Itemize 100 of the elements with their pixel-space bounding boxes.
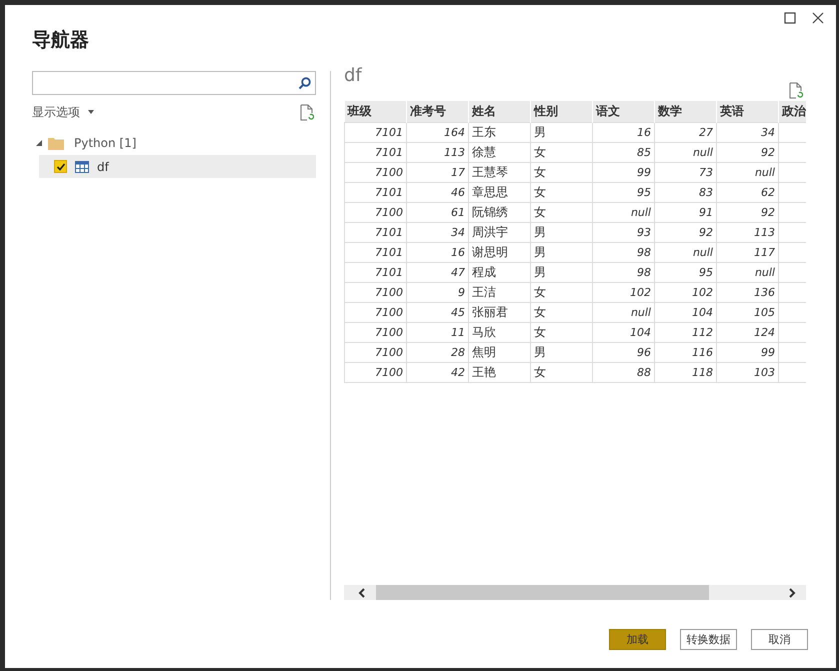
table-cell: 马欣 [472,324,496,338]
window-title: 导航器 [31,28,89,49]
column-header: 英语 [716,101,778,122]
table-icon [75,160,89,172]
table-cell: 11 [451,326,465,338]
table-cell: 章思思 [472,184,508,198]
scroll-left-icon[interactable] [358,588,366,598]
table-cell: 男 [534,224,546,238]
table-cell: 7100 [375,286,403,298]
table-cell: 96 [637,346,651,358]
table-cell: 73 [699,166,713,178]
table-cell: 34 [451,226,465,238]
table-cell: 124 [754,326,775,338]
table-cell: 27 [699,126,713,138]
table-cell: 女 [534,184,546,198]
table-cell: 7101 [375,186,403,198]
table-cell: 105 [754,306,775,318]
column-header: 性别 [530,101,592,122]
table-cell: 113 [754,226,775,238]
table-cell: 7100 [375,366,403,378]
table-cell: 女 [534,164,546,178]
column-header: 政治 [778,101,806,122]
table-cell: 7100 [375,206,403,218]
table-cell: 7101 [375,126,403,138]
table-cell: 92 [761,206,775,218]
table-cell: 95 [637,186,651,198]
table-cell: 98 [637,266,651,278]
column-header: 准考号 [406,101,468,122]
table-cell: 88 [637,366,651,378]
table-cell: null [630,306,651,318]
table-cell: 女 [534,364,546,378]
table-cell: null [754,266,775,278]
dialog-button[interactable]: 转换数据 [680,628,737,650]
table-cell: 男 [534,124,546,138]
table-cell: 85 [637,146,651,158]
table-cell: 7100 [375,326,403,338]
table-cell: 83 [699,186,713,198]
table-cell: 103 [754,366,775,378]
table-cell: 47 [451,266,465,278]
table-cell: 113 [444,146,465,158]
table-cell: 34 [761,126,775,138]
preview-title: df [344,65,362,86]
dialog-button[interactable]: 加载 [609,628,666,650]
table-cell: 谢思明 [472,244,508,258]
table-cell: 28 [451,346,465,358]
table-cell: 女 [534,284,546,298]
table-cell: 42 [451,366,465,378]
table-cell: 112 [692,326,713,338]
table-cell: 93 [637,226,651,238]
table-cell: 9 [458,286,465,298]
table-cell: 92 [699,226,713,238]
table-cell: 女 [534,304,546,318]
table-cell: 女 [534,144,546,158]
maximize-icon[interactable] [784,12,796,24]
table-cell: 王洁 [472,284,496,298]
table-cell: 16 [451,246,465,258]
table-cell: 99 [637,166,651,178]
column-header: 语文 [592,101,654,122]
display-options-dropdown[interactable]: 显示选项 [32,104,94,120]
column-header: 数学 [654,101,716,122]
table-cell: null [754,166,775,178]
dialog-button[interactable]: 取消 [751,628,808,650]
horizontal-scrollbar[interactable] [344,585,806,600]
table-cell: 16 [637,126,651,138]
table-cell: 7100 [375,346,403,358]
refresh-document-icon[interactable] [789,82,803,99]
table-cell: null [630,206,651,218]
table-cell: 女 [534,324,546,338]
close-icon[interactable] [812,12,824,24]
refresh-document-icon[interactable] [300,104,314,120]
table-cell: 7101 [375,246,403,258]
tree-item[interactable]: df [39,155,316,178]
table-cell: 102 [692,286,713,298]
scroll-right-icon[interactable] [788,588,796,598]
table-cell: 102 [630,286,651,298]
checkbox[interactable] [54,160,67,173]
table-cell: 164 [444,126,465,138]
table-cell: 7101 [375,266,403,278]
table-cell: 118 [692,366,713,378]
table-cell: 阮锦绣 [472,204,508,218]
table-cell: 焦明 [472,344,496,358]
search-field[interactable] [32,71,316,95]
table-cell: 王慧琴 [472,164,508,178]
table-cell: 7101 [375,146,403,158]
table-cell: 62 [761,186,775,198]
scrollbar-thumb[interactable] [376,585,709,600]
table-cell: 95 [699,266,713,278]
table-cell: 116 [692,346,713,358]
table-cell: 91 [699,206,713,218]
table-cell: 王东 [472,124,496,138]
table-cell: 男 [534,344,546,358]
caret-icon [88,110,94,114]
table-cell: 张丽君 [472,304,508,318]
search-icon[interactable] [298,76,311,90]
tree-item[interactable]: Python [1] [74,136,136,150]
table-cell: null [692,246,713,258]
column-header: 班级 [344,101,406,122]
table-cell: 99 [761,346,775,358]
expand-triangle-icon[interactable] [36,140,42,146]
table-cell: 45 [451,306,465,318]
